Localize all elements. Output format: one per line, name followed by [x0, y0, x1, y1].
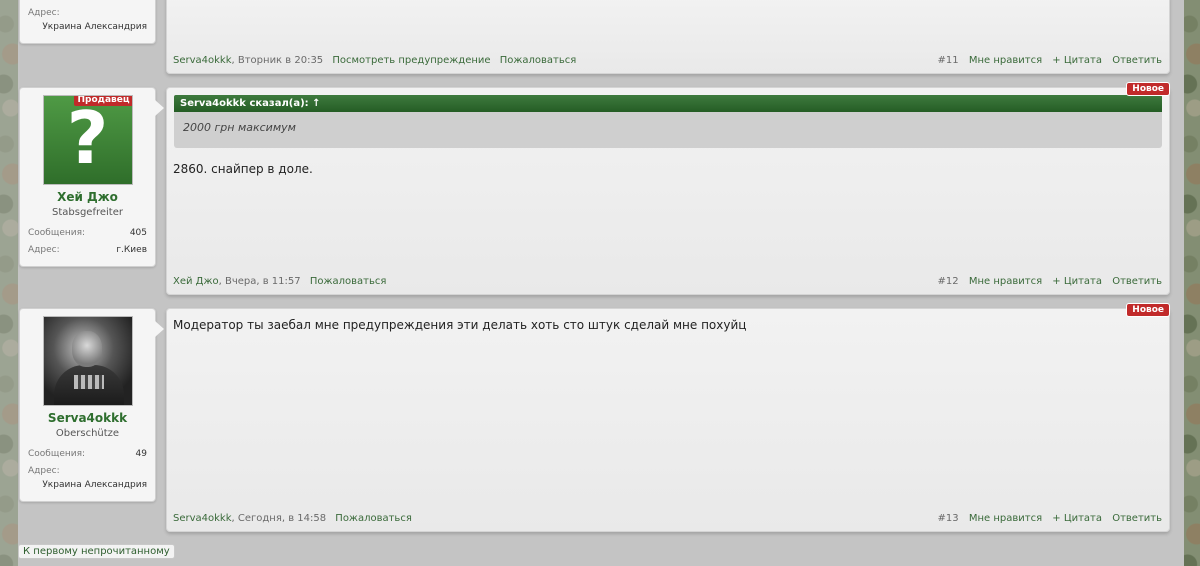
- post-footer: Serva4okkk, Вторник в 20:35 Посмотреть п…: [173, 55, 1162, 66]
- camo-strip-right: [1184, 0, 1200, 566]
- quote-link[interactable]: + Цитата: [1052, 55, 1102, 66]
- address-value: г.Киев: [116, 245, 147, 255]
- address-label: Адрес:: [28, 245, 60, 255]
- author-link[interactable]: Serva4okkk: [173, 55, 232, 66]
- quote-header[interactable]: Serva4okkk сказал(а): ↑: [174, 95, 1162, 112]
- reply-link[interactable]: Ответить: [1112, 513, 1162, 524]
- post-number[interactable]: #11: [938, 55, 959, 66]
- quote-text: 2000 грн максимум: [174, 112, 1162, 148]
- quote-link[interactable]: + Цитата: [1052, 276, 1102, 287]
- view-warning-link[interactable]: Посмотреть предупреждение: [332, 55, 490, 66]
- post-message: 2860. снайпер в доле.: [173, 162, 313, 176]
- username-link[interactable]: Хей Джо: [20, 190, 155, 204]
- report-link[interactable]: Пожаловаться: [335, 513, 412, 524]
- camo-strip-left: [0, 0, 18, 566]
- post-date: , Вторник в 20:35: [231, 55, 324, 66]
- address-label: Адрес:: [28, 8, 60, 18]
- new-badge: Новое: [1126, 82, 1170, 96]
- seller-badge: Продавец: [73, 96, 132, 106]
- post-13: Новое Модератор ты заебал мне предупрежд…: [166, 303, 1170, 532]
- user-info-top: Адрес: Украина Александрия: [19, 0, 156, 44]
- post-date: , Сегодня, в 14:58: [231, 513, 327, 524]
- quote-link[interactable]: + Цитата: [1052, 513, 1102, 524]
- address-value: Украина Александрия: [42, 22, 147, 32]
- post-date: , Вчера, в 11:57: [218, 276, 301, 287]
- post-footer: Хей Джо, Вчера, в 11:57 Пожаловаться #12…: [173, 276, 1162, 287]
- post-footer: Serva4okkk, Сегодня, в 14:58 Пожаловатьс…: [173, 513, 1162, 524]
- user-info-serva4okkk: Serva4okkk Oberschütze Сообщения: 49 Адре…: [19, 308, 164, 502]
- like-link[interactable]: Мне нравится: [969, 55, 1042, 66]
- post-number[interactable]: #12: [938, 276, 959, 287]
- report-link[interactable]: Пожаловаться: [310, 276, 387, 287]
- messages-label: Сообщения:: [28, 228, 86, 238]
- reply-link[interactable]: Ответить: [1112, 55, 1162, 66]
- username-link[interactable]: Serva4okkk: [20, 411, 155, 425]
- userbox-arrow: [155, 321, 164, 337]
- like-link[interactable]: Мне нравится: [969, 276, 1042, 287]
- user-title: Stabsgefreiter: [52, 207, 123, 218]
- user-info-hey-joe: ? Продавец Хей Джо Stabsgefreiter Сообще…: [19, 87, 164, 267]
- like-link[interactable]: Мне нравится: [969, 513, 1042, 524]
- author-link[interactable]: Хей Джо: [173, 276, 219, 287]
- reply-link[interactable]: Ответить: [1112, 276, 1162, 287]
- post-11: Serva4okkk, Вторник в 20:35 Посмотреть п…: [166, 0, 1170, 74]
- new-badge: Новое: [1126, 303, 1170, 317]
- post-message: Модератор ты заебал мне предупреждения э…: [173, 318, 747, 332]
- messages-count[interactable]: 405: [130, 225, 147, 242]
- messages-label: Сообщения:: [28, 449, 86, 459]
- address-label: Адрес:: [28, 466, 60, 476]
- userbox-arrow: [155, 100, 164, 116]
- report-link[interactable]: Пожаловаться: [500, 55, 577, 66]
- messages-count[interactable]: 49: [136, 446, 147, 463]
- avatar[interactable]: [42, 316, 133, 406]
- first-unread-button[interactable]: К первому непрочитанному: [18, 544, 175, 559]
- question-mark-icon: ?: [66, 96, 109, 180]
- post-12: Новое Serva4okkk сказал(а): ↑ 2000 грн м…: [166, 82, 1170, 295]
- author-link[interactable]: Serva4okkk: [173, 513, 232, 524]
- user-title: Oberschütze: [55, 428, 120, 439]
- post-number[interactable]: #13: [938, 513, 959, 524]
- avatar[interactable]: ? Продавец: [42, 95, 133, 185]
- address-value: Украина Александрия: [42, 480, 147, 490]
